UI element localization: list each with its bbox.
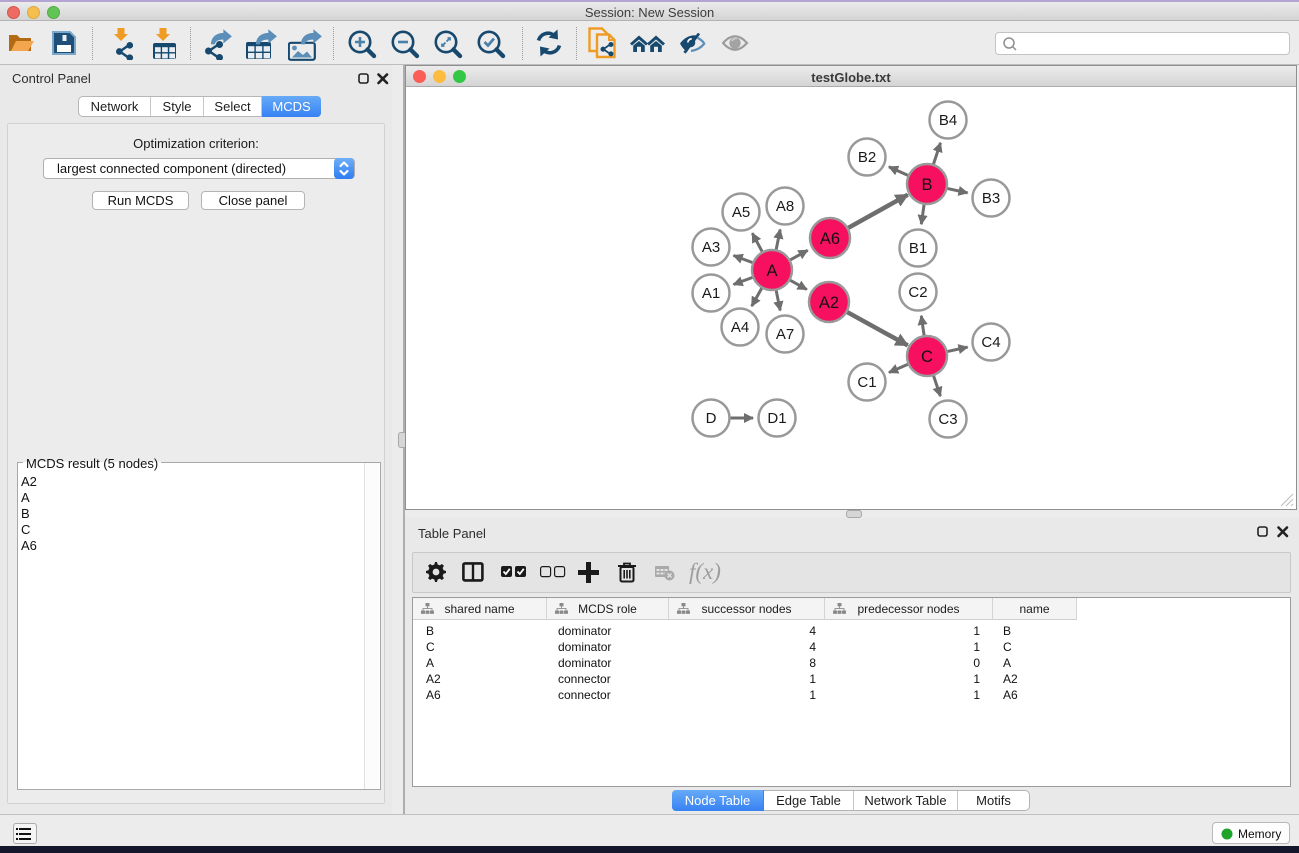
svg-text:C: C	[921, 348, 933, 366]
svg-text:A1: A1	[702, 285, 720, 302]
svg-text:D1: D1	[767, 410, 786, 427]
svg-text:A3: A3	[702, 239, 720, 256]
svg-text:B: B	[921, 176, 932, 194]
svg-text:B3: B3	[982, 190, 1000, 207]
svg-text:B2: B2	[858, 149, 876, 166]
svg-text:C4: C4	[981, 334, 1000, 351]
svg-text:A7: A7	[776, 326, 794, 343]
svg-text:A4: A4	[731, 319, 749, 336]
svg-text:A2: A2	[819, 294, 839, 312]
svg-text:D: D	[706, 410, 717, 427]
svg-text:C3: C3	[938, 411, 957, 428]
svg-text:B1: B1	[909, 240, 927, 257]
svg-text:A5: A5	[732, 204, 750, 221]
svg-text:B4: B4	[939, 112, 957, 129]
svg-text:C1: C1	[857, 374, 876, 391]
svg-text:A: A	[766, 262, 777, 280]
svg-text:A6: A6	[820, 230, 840, 248]
svg-text:C2: C2	[908, 284, 927, 301]
svg-text:A8: A8	[776, 198, 794, 215]
